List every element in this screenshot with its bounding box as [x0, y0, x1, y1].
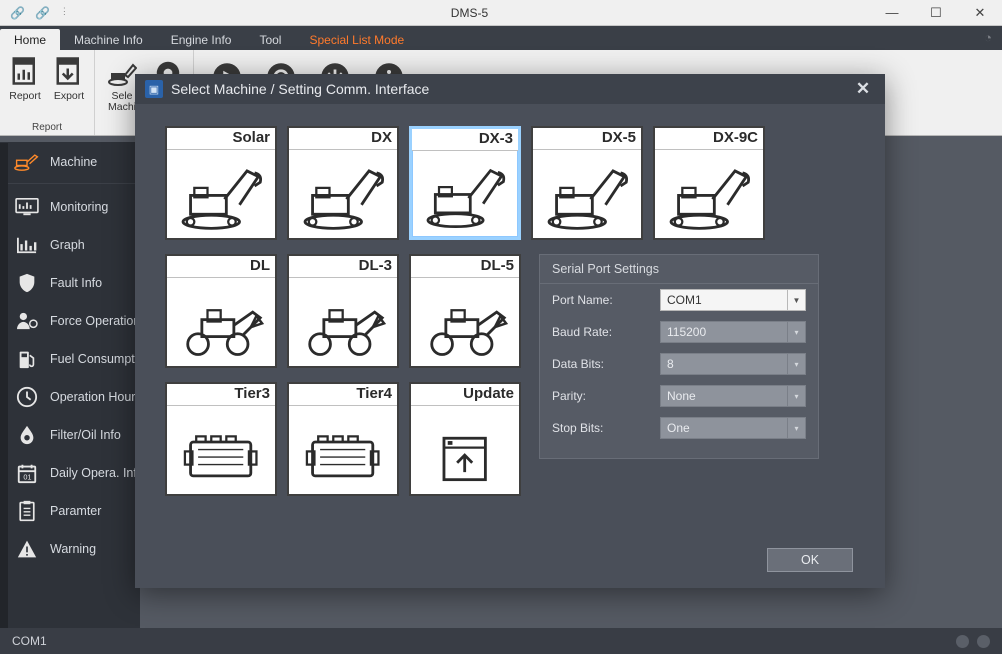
machine-card-dx9c[interactable]: DX-9C [653, 126, 765, 240]
chevron-down-icon: ▾ [787, 386, 805, 406]
update-icon [411, 406, 519, 494]
portname-select[interactable]: COM1 ▼ [660, 289, 806, 311]
excavator-icon [412, 151, 518, 237]
portname-label: Port Name: [552, 293, 660, 307]
card-label: Update [411, 384, 519, 406]
machine-card-tier3[interactable]: Tier3 [165, 382, 277, 496]
chevron-down-icon: ▾ [787, 418, 805, 438]
engine-icon [167, 406, 275, 494]
dialog-close-button[interactable]: ✕ [851, 77, 875, 101]
dialog-icon: ▣ [145, 80, 163, 98]
excavator-icon [533, 150, 641, 238]
machine-card-dl5[interactable]: DL-5 [409, 254, 521, 368]
card-label: Solar [167, 128, 275, 150]
card-label: DL-3 [289, 256, 397, 278]
serial-port-settings: Serial Port Settings Port Name: COM1 ▼ Ba… [539, 254, 819, 459]
parity-select[interactable]: None ▾ [660, 385, 806, 407]
parity-label: Parity: [552, 389, 660, 403]
machine-card-solar[interactable]: Solar [165, 126, 277, 240]
machine-card-dx[interactable]: DX [287, 126, 399, 240]
baud-label: Baud Rate: [552, 325, 660, 339]
card-label: DL-5 [411, 256, 519, 278]
select-machine-dialog: ▣ Select Machine / Setting Comm. Interfa… [135, 74, 885, 588]
databits-label: Data Bits: [552, 357, 660, 371]
machine-card-dx3[interactable]: DX-3 [409, 126, 521, 240]
settings-header: Serial Port Settings [540, 255, 818, 284]
machine-card-dx5[interactable]: DX-5 [531, 126, 643, 240]
machine-card-update[interactable]: Update [409, 382, 521, 496]
dialog-titlebar: ▣ Select Machine / Setting Comm. Interfa… [135, 74, 885, 104]
dialog-title: Select Machine / Setting Comm. Interface [171, 81, 429, 97]
card-label: DL [167, 256, 275, 278]
loader-icon [289, 278, 397, 366]
excavator-icon [289, 150, 397, 238]
parity-value: None [667, 389, 696, 403]
card-label: Tier4 [289, 384, 397, 406]
card-label: DX-9C [655, 128, 763, 150]
ok-button[interactable]: OK [767, 548, 853, 572]
machine-card-tier4[interactable]: Tier4 [287, 382, 399, 496]
excavator-icon [167, 150, 275, 238]
databits-value: 8 [667, 357, 674, 371]
card-label: DX-3 [412, 129, 518, 151]
machine-card-dl[interactable]: DL [165, 254, 277, 368]
baud-select[interactable]: 115200 ▾ [660, 321, 806, 343]
stopbits-value: One [667, 421, 690, 435]
baud-value: 115200 [667, 325, 706, 339]
stopbits-select[interactable]: One ▾ [660, 417, 806, 439]
chevron-down-icon: ▾ [787, 354, 805, 374]
card-label: Tier3 [167, 384, 275, 406]
loader-icon [411, 278, 519, 366]
loader-icon [167, 278, 275, 366]
modal-overlay: ▣ Select Machine / Setting Comm. Interfa… [0, 0, 1002, 654]
databits-select[interactable]: 8▾ [660, 353, 806, 375]
card-label: DX-5 [533, 128, 641, 150]
excavator-icon [655, 150, 763, 238]
machine-card-dl3[interactable]: DL-3 [287, 254, 399, 368]
engine-icon [289, 406, 397, 494]
stopbits-label: Stop Bits: [552, 421, 660, 435]
chevron-down-icon: ▾ [787, 322, 805, 342]
portname-value: COM1 [667, 293, 702, 307]
chevron-down-icon: ▼ [787, 290, 805, 310]
card-label: DX [289, 128, 397, 150]
